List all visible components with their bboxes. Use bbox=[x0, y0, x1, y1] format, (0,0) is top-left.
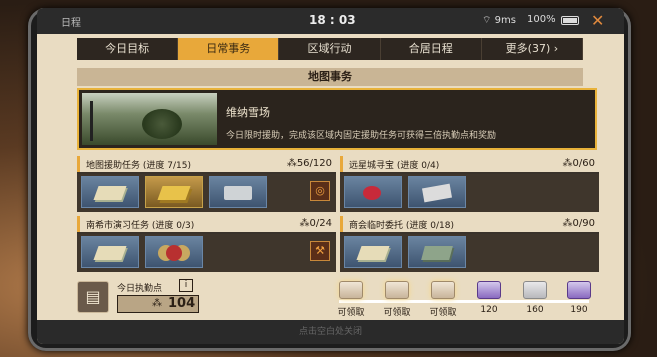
network-status: ⌔ 9ms bbox=[482, 15, 516, 26]
card-count-value: 56/120 bbox=[296, 158, 332, 169]
reward-track bbox=[339, 300, 589, 303]
battery-icon bbox=[561, 16, 579, 25]
close-icon[interactable]: ✕ bbox=[591, 11, 604, 30]
section-title: 地图事务 bbox=[77, 68, 583, 86]
app-title: 日程 bbox=[61, 18, 81, 29]
card-count: ⁂0/90 bbox=[562, 218, 595, 229]
chest-label: 120 bbox=[480, 305, 498, 315]
tab-today-goals[interactable]: 今日目标 bbox=[77, 38, 179, 60]
featured-event[interactable]: 维纳雪场 今日限时援助，完成该区域内固定援助任务可获得三倍执勤点和奖励 bbox=[77, 88, 597, 150]
ski-field-image bbox=[82, 93, 217, 145]
card-count-value: 0/24 bbox=[309, 218, 332, 229]
metal-plate-icon bbox=[224, 186, 252, 200]
reward-item-foil[interactable] bbox=[408, 176, 466, 208]
chest-label: 可领取 bbox=[429, 308, 457, 318]
card-items bbox=[340, 234, 599, 272]
reward-item-map[interactable] bbox=[81, 176, 139, 208]
duty-footer: ▤ 今日执勤点 i ⁂ 104 可领取 可领取 可领取 120 160 190 bbox=[77, 273, 597, 319]
reward-item-map[interactable] bbox=[81, 236, 139, 268]
card-items: ⚒ bbox=[77, 234, 336, 272]
card-count-value: 0/90 bbox=[572, 218, 595, 229]
reward-item-badge[interactable] bbox=[145, 236, 203, 268]
card-count: ⁂0/24 bbox=[299, 218, 332, 229]
foil-pack-icon bbox=[421, 183, 453, 203]
close-hint[interactable]: 点击空白处关闭 bbox=[37, 320, 624, 344]
map-icon bbox=[93, 186, 127, 200]
card-name: 商会临时委托 (进度 0/18) bbox=[349, 221, 454, 231]
card-name: 地图援助任务 (进度 7/15) bbox=[86, 161, 191, 171]
reward-item-ruby[interactable] bbox=[344, 176, 402, 208]
battery-percent: 100% bbox=[527, 14, 556, 25]
info-icon[interactable]: i bbox=[179, 279, 193, 292]
map-icon bbox=[356, 246, 390, 260]
clock: 18 : 03 bbox=[309, 13, 356, 27]
schedule-panel: 日程 18 : 03 ⌔ 9ms 100% ✕ 今日目标 日常事务 区域行动 合… bbox=[37, 8, 624, 344]
map-icon bbox=[93, 246, 127, 260]
reward-chest-3[interactable] bbox=[431, 281, 455, 299]
status-bar: 日程 18 : 03 ⌔ 9ms 100% ✕ bbox=[37, 8, 624, 34]
chest-label: 160 bbox=[526, 305, 544, 315]
card-count: ⁂56/120 bbox=[286, 158, 332, 169]
cash-icon bbox=[421, 246, 453, 260]
badge-icon bbox=[166, 245, 182, 261]
duty-value-box: ⁂ 104 bbox=[117, 295, 199, 313]
tab-more[interactable]: 更多(37) › bbox=[482, 38, 584, 60]
chest-label: 可领取 bbox=[383, 308, 411, 318]
card-count-value: 0/60 bbox=[572, 158, 595, 169]
tab-cohabit-schedule[interactable]: 合居日程 bbox=[381, 38, 482, 60]
featured-title: 维纳雪场 bbox=[226, 106, 270, 119]
reward-item-metal[interactable] bbox=[209, 176, 267, 208]
tab-area-action[interactable]: 区域行动 bbox=[279, 38, 381, 60]
duty-label: 今日执勤点 bbox=[117, 284, 163, 294]
task-card-treasure[interactable]: 远星城寻宝 (进度 0/4) ⁂0/60 bbox=[340, 156, 599, 212]
card-header: 商会临时委托 (进度 0/18) ⁂0/90 bbox=[340, 216, 599, 232]
task-card-commerce[interactable]: 商会临时委托 (进度 0/18) ⁂0/90 bbox=[340, 216, 599, 272]
chest-label: 可领取 bbox=[337, 308, 365, 318]
tab-more-label: 更多(37) bbox=[505, 42, 551, 55]
card-name: 南希市演习任务 (进度 0/3) bbox=[86, 221, 195, 231]
chevron-right-icon: › bbox=[553, 42, 559, 55]
reward-chest-6[interactable] bbox=[567, 281, 591, 299]
ping-value: 9ms bbox=[494, 15, 516, 26]
reward-item-cash[interactable] bbox=[408, 236, 466, 268]
card-items bbox=[340, 174, 599, 212]
reward-chest-1[interactable] bbox=[339, 281, 363, 299]
compass-icon[interactable]: ◎ bbox=[310, 181, 330, 201]
reward-item-gold[interactable] bbox=[145, 176, 203, 208]
card-header: 远星城寻宝 (进度 0/4) ⁂0/60 bbox=[340, 156, 599, 172]
card-count: ⁂0/60 bbox=[562, 158, 595, 169]
task-card-drill[interactable]: 南希市演习任务 (进度 0/3) ⁂0/24 ⚒ bbox=[77, 216, 336, 272]
reward-chest-2[interactable] bbox=[385, 281, 409, 299]
gold-bar-icon bbox=[157, 186, 191, 200]
card-items: ◎ bbox=[77, 174, 336, 212]
tab-daily-affairs[interactable]: 日常事务 bbox=[178, 38, 280, 60]
card-name: 远星城寻宝 (进度 0/4) bbox=[349, 161, 440, 171]
reward-chest-5[interactable] bbox=[523, 281, 547, 299]
calendar-icon: ▤ bbox=[77, 281, 109, 313]
ruby-icon bbox=[363, 186, 381, 200]
card-header: 地图援助任务 (进度 7/15) ⁂56/120 bbox=[77, 156, 336, 172]
reward-item-map[interactable] bbox=[344, 236, 402, 268]
duty-value: 104 bbox=[168, 296, 196, 311]
featured-desc: 今日限时援助，完成该区域内固定援助任务可获得三倍执勤点和奖励 bbox=[226, 131, 497, 141]
tab-bar: 今日目标 日常事务 区域行动 合居日程 更多(37) › bbox=[77, 38, 584, 60]
task-card-map-assist[interactable]: 地图援助任务 (进度 7/15) ⁂56/120 ◎ bbox=[77, 156, 336, 212]
pickaxe-icon[interactable]: ⚒ bbox=[310, 241, 330, 261]
duty-coin-icon: ⁂ bbox=[152, 298, 162, 309]
chest-label: 190 bbox=[570, 305, 588, 315]
card-header: 南希市演习任务 (进度 0/3) ⁂0/24 bbox=[77, 216, 336, 232]
reward-chest-4[interactable] bbox=[477, 281, 501, 299]
